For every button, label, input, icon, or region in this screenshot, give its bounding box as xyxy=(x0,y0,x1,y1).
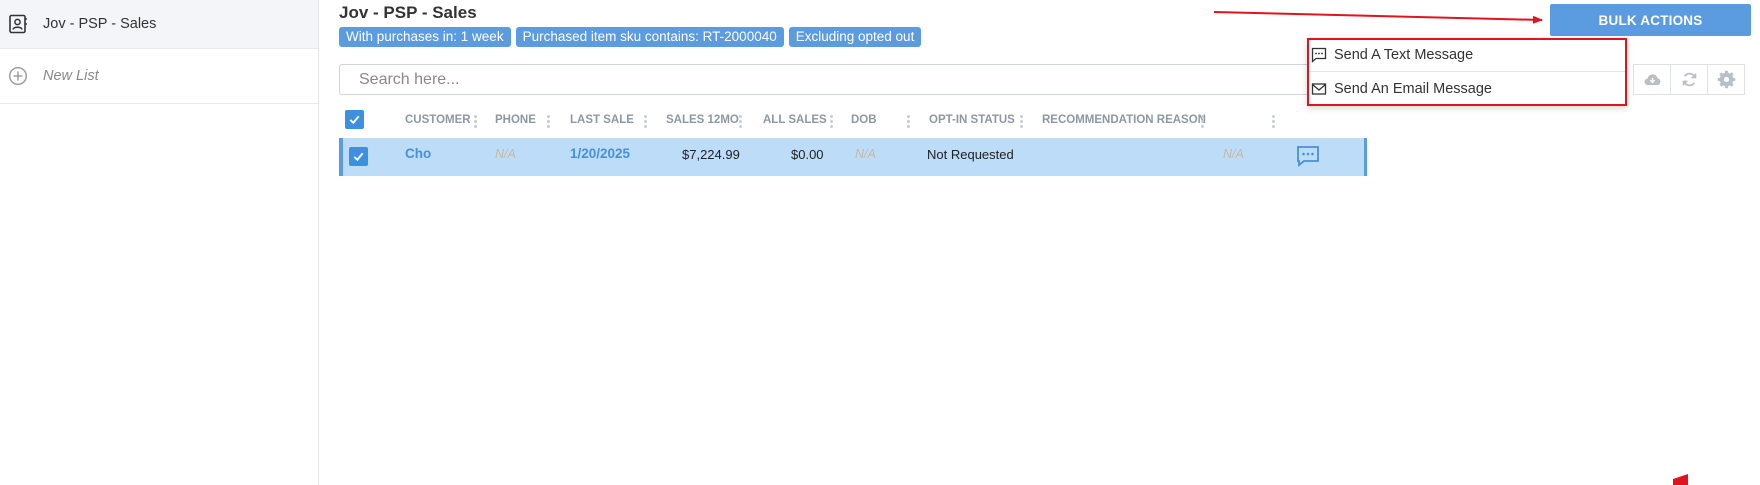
checkmark-icon xyxy=(353,152,364,162)
plus-circle-icon xyxy=(8,66,28,86)
annotation-arrow-tip xyxy=(1673,474,1688,485)
sidebar-item-list[interactable]: Jov - PSP - Sales xyxy=(0,0,318,49)
column-resize-grip[interactable] xyxy=(474,114,477,128)
column-resize-grip[interactable] xyxy=(830,114,833,128)
phone-cell: N/A xyxy=(495,147,516,161)
refresh-button[interactable] xyxy=(1670,64,1708,95)
column-header-phone[interactable]: PHONE xyxy=(495,114,536,126)
column-resize-grip[interactable] xyxy=(1272,114,1275,128)
filter-chip[interactable]: Excluding opted out xyxy=(788,27,922,47)
select-all-checkbox[interactable] xyxy=(345,110,364,129)
column-header-all-sales[interactable]: ALL SALES xyxy=(763,114,827,126)
message-icon xyxy=(1311,47,1327,63)
column-header-recommendation-reason[interactable]: RECOMMENDATION REASON xyxy=(1042,114,1206,126)
sidebar-item-label: Jov - PSP - Sales xyxy=(43,16,157,32)
column-resize-grip[interactable] xyxy=(644,114,647,128)
opt-in-status-cell: Not Requested xyxy=(927,147,1014,162)
filter-chip[interactable]: With purchases in: 1 week xyxy=(339,27,511,47)
column-header-dob[interactable]: DOB xyxy=(851,114,877,126)
contact-book-icon xyxy=(9,14,27,34)
refresh-icon xyxy=(1682,72,1696,87)
download-button[interactable] xyxy=(1633,64,1671,95)
app-root: Jov - PSP - Sales New List Jov - PSP - S… xyxy=(0,0,1760,485)
chat-icon[interactable] xyxy=(1296,145,1320,167)
column-resize-grip[interactable] xyxy=(547,114,550,128)
column-resize-grip[interactable] xyxy=(739,114,742,128)
column-resize-grip[interactable] xyxy=(1020,114,1023,128)
column-header-sales-12mo[interactable]: SALES 12MO xyxy=(666,114,739,126)
toolbar-icons xyxy=(1633,64,1745,95)
row-checkbox[interactable] xyxy=(349,147,368,166)
column-resize-grip[interactable] xyxy=(907,114,910,128)
annotation-arrow xyxy=(1213,11,1543,24)
column-header-opt-in-status[interactable]: OPT-IN STATUS xyxy=(929,114,1015,126)
last-sale-link[interactable]: 1/20/2025 xyxy=(570,146,630,161)
filter-chips: With purchases in: 1 week Purchased item… xyxy=(339,27,922,47)
extra-cell: N/A xyxy=(1223,147,1244,161)
envelope-icon xyxy=(1311,83,1327,95)
search-input[interactable] xyxy=(339,64,1309,95)
table-header: CUSTOMER PHONE LAST SALE SALES 12MO ALL … xyxy=(339,108,1367,138)
filter-chip[interactable]: Purchased item sku contains: RT-2000040 xyxy=(515,27,784,47)
column-resize-grip[interactable] xyxy=(1201,114,1204,128)
checkmark-icon xyxy=(349,115,360,125)
dob-cell: N/A xyxy=(855,147,876,161)
customer-name-link[interactable]: Cho xyxy=(405,146,431,161)
menu-item-label: Send An Email Message xyxy=(1334,81,1492,97)
page-title: Jov - PSP - Sales xyxy=(339,3,477,22)
menu-item-send-email[interactable]: Send An Email Message xyxy=(1307,72,1627,106)
bulk-actions-menu: Send A Text Message Send An Email Messag… xyxy=(1307,38,1627,106)
bulk-actions-button[interactable]: BULK ACTIONS xyxy=(1550,4,1751,36)
table-row[interactable]: Cho N/A 1/20/2025 $7,224.99 $0.00 N/A No… xyxy=(339,138,1367,176)
sidebar-item-new-list[interactable]: New List xyxy=(0,49,318,104)
all-sales-cell: $0.00 xyxy=(791,147,824,162)
menu-item-label: Send A Text Message xyxy=(1334,46,1474,63)
sidebar: Jov - PSP - Sales New List xyxy=(0,0,319,485)
column-header-last-sale[interactable]: LAST SALE xyxy=(570,114,634,126)
gear-icon xyxy=(1717,70,1735,89)
column-header-customer[interactable]: CUSTOMER xyxy=(405,114,471,126)
settings-button[interactable] xyxy=(1707,64,1745,95)
cloud-download-icon xyxy=(1644,74,1660,86)
menu-item-send-text[interactable]: Send A Text Message xyxy=(1307,38,1627,72)
sales-12mo-cell: $7,224.99 xyxy=(682,147,740,162)
sidebar-item-label: New List xyxy=(43,68,99,84)
